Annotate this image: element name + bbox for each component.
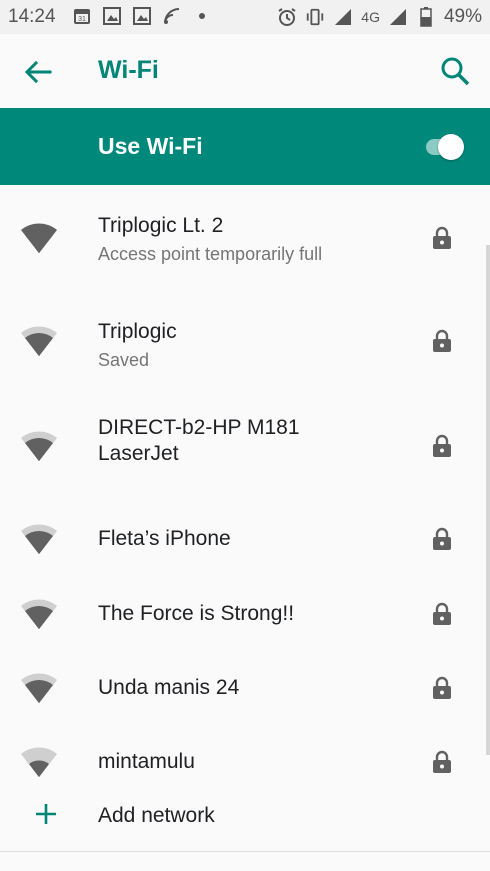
battery-percent: 49% xyxy=(443,6,482,27)
plus-icon xyxy=(34,802,58,826)
wifi-signal-icon xyxy=(20,430,58,462)
network-type-label: 4G xyxy=(361,9,380,25)
toggle-thumb xyxy=(438,134,464,160)
status-notification-icons: 31 xyxy=(72,6,212,26)
wifi-signal-icon xyxy=(20,598,58,630)
network-row[interactable]: DIRECT-b2-HP M181 LaserJet xyxy=(0,391,490,501)
use-wifi-label: Use Wi-Fi xyxy=(98,133,203,159)
network-name: Triplogic Lt. 2 xyxy=(98,214,224,237)
dot-icon xyxy=(192,6,212,26)
lock-icon xyxy=(432,434,452,458)
page-title: Wi-Fi xyxy=(98,56,159,84)
status-time: 14:24 xyxy=(8,6,56,27)
status-bar: 14:24 31 4G 49% xyxy=(0,0,490,34)
network-row[interactable]: Unda manis 24 xyxy=(0,651,490,725)
vibrate-icon xyxy=(305,7,325,27)
calendar-icon: 31 xyxy=(72,6,92,26)
wifi-signal-icon xyxy=(20,523,58,555)
network-row[interactable]: Fleta’s iPhone xyxy=(0,501,490,577)
network-name: Unda manis 24 xyxy=(98,676,240,699)
signal-icon xyxy=(388,7,408,27)
lock-icon xyxy=(432,226,452,250)
network-text: Triplogic Saved xyxy=(98,319,398,372)
status-system-icons: 4G 49% xyxy=(277,6,482,28)
lock-icon xyxy=(432,750,452,774)
battery-icon xyxy=(416,7,436,27)
network-name: mintamulu xyxy=(98,750,195,773)
search-icon[interactable] xyxy=(438,54,472,88)
add-network-label: Add network xyxy=(98,804,215,827)
scrollbar[interactable] xyxy=(486,245,490,755)
network-row[interactable]: The Force is Strong!! xyxy=(0,577,490,651)
use-wifi-bar[interactable]: Use Wi-Fi xyxy=(0,108,490,185)
network-name: The Force is Strong!! xyxy=(98,602,295,625)
wifi-signal-icon xyxy=(20,746,58,778)
app-bar: Wi-Fi xyxy=(0,34,490,108)
network-status: Access point temporarily full xyxy=(98,244,323,264)
lock-icon xyxy=(432,329,452,353)
network-status: Saved xyxy=(98,350,150,370)
network-text: Unda manis 24 xyxy=(98,675,398,701)
wifi-signal-icon xyxy=(20,222,58,254)
network-row[interactable]: Triplogic Lt. 2 Access point temporarily … xyxy=(0,185,490,291)
signal-icon xyxy=(333,7,353,27)
cast-icon xyxy=(162,6,182,26)
network-text: Triplogic Lt. 2 Access point temporarily … xyxy=(98,213,398,266)
network-name: DIRECT-b2-HP M181 LaserJet xyxy=(98,416,300,465)
lock-icon xyxy=(432,527,452,551)
lock-icon xyxy=(432,676,452,700)
network-row[interactable]: Triplogic Saved xyxy=(0,291,490,391)
lock-icon xyxy=(432,602,452,626)
network-row[interactable]: mintamulu xyxy=(0,725,490,799)
back-arrow-icon[interactable] xyxy=(22,56,54,88)
svg-text:31: 31 xyxy=(78,16,86,23)
network-name: Triplogic xyxy=(98,320,177,343)
photo-icon xyxy=(102,6,122,26)
network-text: mintamulu xyxy=(98,749,398,775)
network-text: DIRECT-b2-HP M181 LaserJet xyxy=(98,415,338,467)
add-network-row[interactable]: Add network xyxy=(0,790,490,846)
alarm-icon xyxy=(277,7,297,27)
wifi-signal-icon xyxy=(20,325,58,357)
network-text: Fleta’s iPhone xyxy=(98,526,398,552)
divider xyxy=(0,851,490,852)
wifi-toggle[interactable] xyxy=(420,134,464,160)
photo-icon xyxy=(132,6,152,26)
wifi-signal-icon xyxy=(20,672,58,704)
network-text: The Force is Strong!! xyxy=(98,601,398,627)
network-name: Fleta’s iPhone xyxy=(98,527,231,550)
